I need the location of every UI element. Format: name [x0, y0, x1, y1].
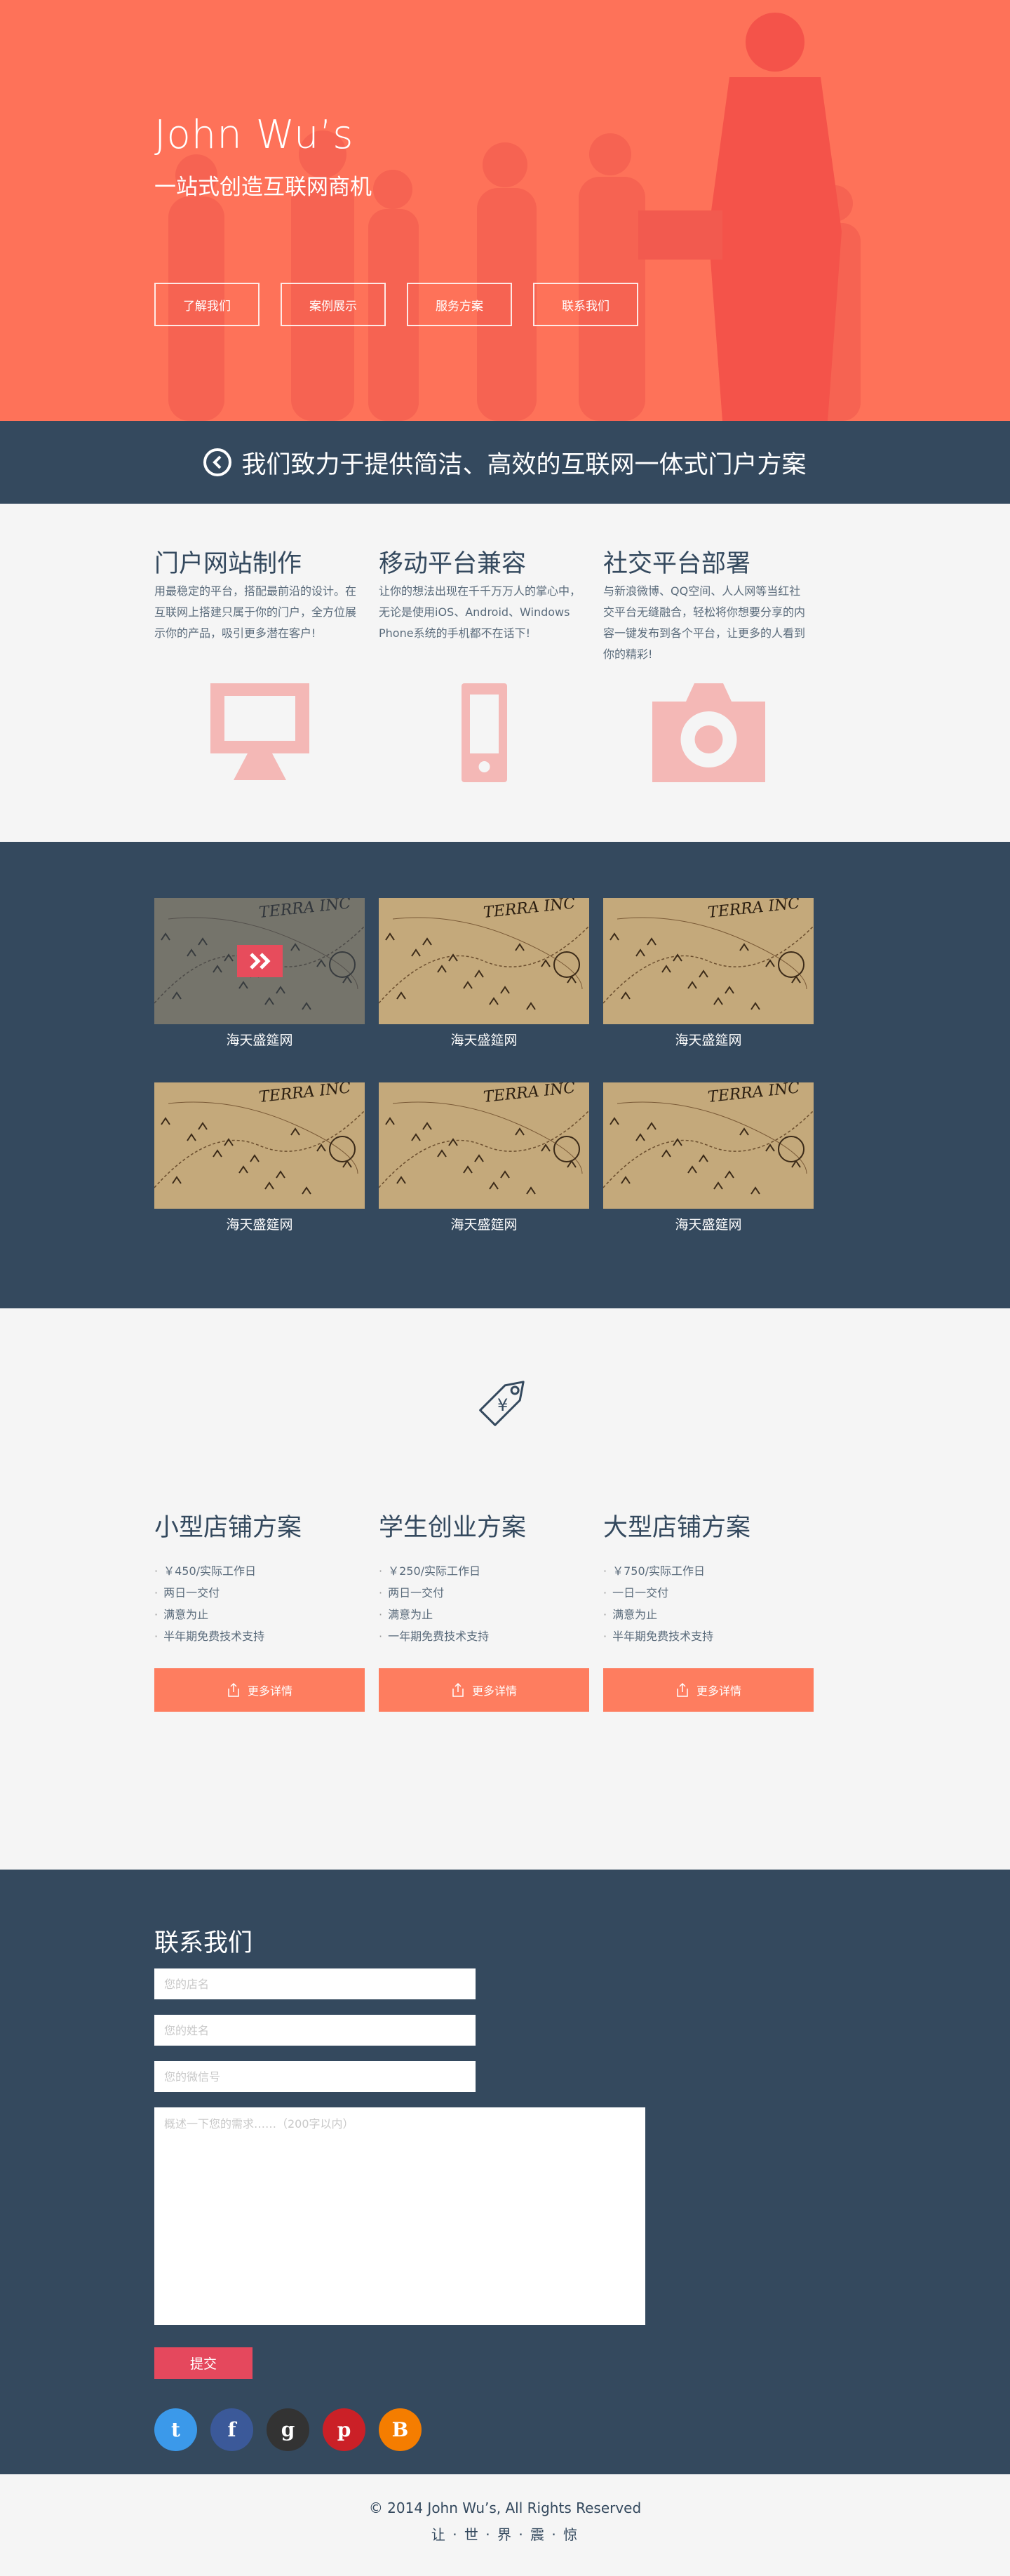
share-icon	[228, 1682, 239, 1697]
plan-card: 小型店铺方案 ￥450/实际工作日 两日一交付 满意为止 半年期免费技术支持 更…	[154, 1508, 365, 1712]
plan-feature: 半年期免费技术支持	[603, 1625, 814, 1647]
site-title: John Wu’s	[154, 112, 354, 158]
chevron-left-circle-icon	[203, 448, 232, 476]
plan-details-label: 更多详情	[471, 1684, 517, 1698]
name-input[interactable]	[154, 2015, 476, 2046]
service-title: 移动平台兼容	[379, 550, 527, 578]
plan-features: ￥250/实际工作日 两日一交付 满意为止 一年期免费技术支持	[379, 1560, 589, 1647]
double-chevron-right-icon[interactable]	[237, 945, 283, 977]
camera-icon	[652, 683, 765, 782]
portfolio-item[interactable]: TERRA INC 海天盛筵网	[379, 898, 589, 1049]
plan-feature: ￥750/实际工作日	[603, 1560, 814, 1582]
message-textarea[interactable]	[154, 2107, 645, 2325]
nav-contact-button[interactable]: 联系我们	[533, 283, 638, 326]
mobile-icon	[461, 683, 507, 782]
portfolio-caption[interactable]: 海天盛筵网	[603, 1030, 814, 1049]
map-image: TERRA INC	[603, 1082, 814, 1209]
plan-details-button[interactable]: 更多详情	[603, 1668, 814, 1712]
service-title: 门户网站制作	[154, 550, 302, 578]
facebook-icon[interactable]: f	[210, 2408, 253, 2451]
plan-card: 大型店铺方案 ￥750/实际工作日 一日一交付 满意为止 半年期免费技术支持 更…	[603, 1508, 814, 1712]
map-image: TERRA INC	[379, 1082, 589, 1209]
plan-details-label: 更多详情	[247, 1684, 292, 1698]
plan-feature: 满意为止	[154, 1604, 365, 1625]
portfolio-caption[interactable]: 海天盛筵网	[154, 1030, 365, 1049]
twitter-icon[interactable]: t	[154, 2408, 197, 2451]
plan-feature: ￥250/实际工作日	[379, 1560, 589, 1582]
plan-features: ￥750/实际工作日 一日一交付 满意为止 半年期免费技术支持	[603, 1560, 814, 1647]
portfolio-thumbnail[interactable]: TERRA INC	[379, 1082, 589, 1209]
portfolio-thumbnail[interactable]: TERRA INC	[154, 1082, 365, 1209]
service-card: 移动平台兼容 让你的想法出现在千千万万人的掌心中，无论是使用iOS、Androi…	[379, 544, 589, 784]
plan-title: 小型店铺方案	[154, 1514, 302, 1542]
site-subtitle: 一站式创造互联网商机	[154, 175, 372, 200]
share-icon	[452, 1682, 464, 1697]
price-tag-icon: ¥	[479, 1381, 525, 1426]
services-section: 门户网站制作 用最稳定的平台，搭配最前沿的设计。在互联网上搭建只属于你的门户，全…	[0, 504, 1010, 842]
portfolio-thumbnail[interactable]: TERRA INC	[603, 898, 814, 1024]
portfolio-thumbnail[interactable]: TERRA INC	[603, 1082, 814, 1209]
service-title: 社交平台部署	[603, 550, 751, 578]
portfolio-thumbnail[interactable]: TERRA INC	[379, 898, 589, 1024]
shop-name-input[interactable]	[154, 1968, 476, 1999]
social-links: tfgpB	[154, 2408, 856, 2451]
service-card: 门户网站制作 用最稳定的平台，搭配最前沿的设计。在互联网上搭建只属于你的门户，全…	[154, 544, 365, 784]
contact-title: 联系我们	[154, 1929, 253, 1957]
service-desc: 让你的想法出现在千千万万人的掌心中，无论是使用iOS、Android、Windo…	[379, 584, 581, 640]
plan-card: 学生创业方案 ￥250/实际工作日 两日一交付 满意为止 一年期免费技术支持 更…	[379, 1508, 589, 1712]
portfolio-caption[interactable]: 海天盛筵网	[379, 1214, 589, 1233]
contact-section: 联系我们 提交 tfgpB	[0, 1870, 1010, 2474]
plan-feature: 满意为止	[603, 1604, 814, 1625]
map-image: TERRA INC	[603, 898, 814, 1024]
github-icon[interactable]: g	[267, 2408, 309, 2451]
pinterest-icon[interactable]: p	[323, 2408, 365, 2451]
plan-title: 大型店铺方案	[603, 1514, 751, 1542]
blogger-icon[interactable]: B	[379, 2408, 422, 2451]
portfolio-item[interactable]: TERRA INC 海天盛筵网	[379, 1082, 589, 1233]
map-image: TERRA INC	[379, 898, 589, 1024]
plan-feature: 两日一交付	[154, 1582, 365, 1604]
plan-feature: 一年期免费技术支持	[379, 1625, 589, 1647]
yen-symbol: ¥	[497, 1395, 508, 1415]
plan-feature: 满意为止	[379, 1604, 589, 1625]
monitor-icon	[210, 683, 309, 780]
plan-feature: 半年期免费技术支持	[154, 1625, 365, 1647]
service-desc: 与新浪微博、QQ空间、人人网等当红社交平台无缝融合，轻松将你想要分享的内容一键发…	[603, 584, 806, 661]
portfolio-section: TERRA INC 海天盛筵网 TERRA INC 海天盛筵网 TERRA IN…	[0, 842, 1010, 1308]
banner-text: 我们致力于提供简洁、高效的互联网一体式门户方案	[241, 450, 807, 479]
plan-details-label: 更多详情	[696, 1684, 741, 1698]
plan-details-button[interactable]: 更多详情	[379, 1668, 589, 1712]
service-desc: 用最稳定的平台，搭配最前沿的设计。在互联网上搭建只属于你的门户，全方位展示你的产…	[154, 584, 357, 640]
plan-details-button[interactable]: 更多详情	[154, 1668, 365, 1712]
hero-section: John Wu’s 一站式创造互联网商机 了解我们 案例展示 服务方案 联系我们	[0, 0, 1010, 421]
portfolio-item[interactable]: TERRA INC 海天盛筵网	[154, 1082, 365, 1233]
nav-about-button[interactable]: 了解我们	[154, 283, 260, 326]
pricing-section: ¥ 小型店铺方案 ￥450/实际工作日 两日一交付 满意为止 半年期免费技术支持…	[0, 1308, 1010, 1870]
portfolio-item[interactable]: TERRA INC 海天盛筵网	[603, 898, 814, 1049]
copyright: © 2014 John Wu’s, All Rights Reserved	[368, 2500, 642, 2516]
portfolio-grid: TERRA INC 海天盛筵网 TERRA INC 海天盛筵网 TERRA IN…	[154, 898, 856, 1233]
plan-features: ￥450/实际工作日 两日一交付 满意为止 半年期免费技术支持	[154, 1560, 365, 1647]
nav-cases-button[interactable]: 案例展示	[281, 283, 386, 326]
share-icon	[677, 1682, 688, 1697]
portfolio-caption[interactable]: 海天盛筵网	[154, 1214, 365, 1233]
portfolio-caption[interactable]: 海天盛筵网	[379, 1030, 589, 1049]
service-card: 社交平台部署 与新浪微博、QQ空间、人人网等当红社交平台无缝融合，轻松将你想要分…	[603, 544, 814, 784]
plan-title: 学生创业方案	[379, 1514, 527, 1542]
wechat-input[interactable]	[154, 2061, 476, 2092]
plan-feature: ￥450/实际工作日	[154, 1560, 365, 1582]
map-image: TERRA INC	[154, 1082, 365, 1209]
nav-services-button[interactable]: 服务方案	[407, 283, 512, 326]
portfolio-thumbnail[interactable]: TERRA INC	[154, 898, 365, 1024]
plan-feature: 一日一交付	[603, 1582, 814, 1604]
footer: © 2014 John Wu’s, All Rights Reserved 让 …	[0, 2474, 1010, 2576]
portfolio-item[interactable]: TERRA INC 海天盛筵网	[154, 898, 365, 1049]
mission-banner: 我们致力于提供简洁、高效的互联网一体式门户方案	[0, 421, 1010, 504]
hero-nav: 了解我们 案例展示 服务方案 联系我们	[154, 283, 856, 326]
plan-feature: 两日一交付	[379, 1582, 589, 1604]
submit-button[interactable]: 提交	[154, 2347, 252, 2379]
portfolio-caption[interactable]: 海天盛筵网	[603, 1214, 814, 1233]
tagline: 让 · 世 · 界 · 震 · 惊	[431, 2526, 579, 2543]
portfolio-item[interactable]: TERRA INC 海天盛筵网	[603, 1082, 814, 1233]
